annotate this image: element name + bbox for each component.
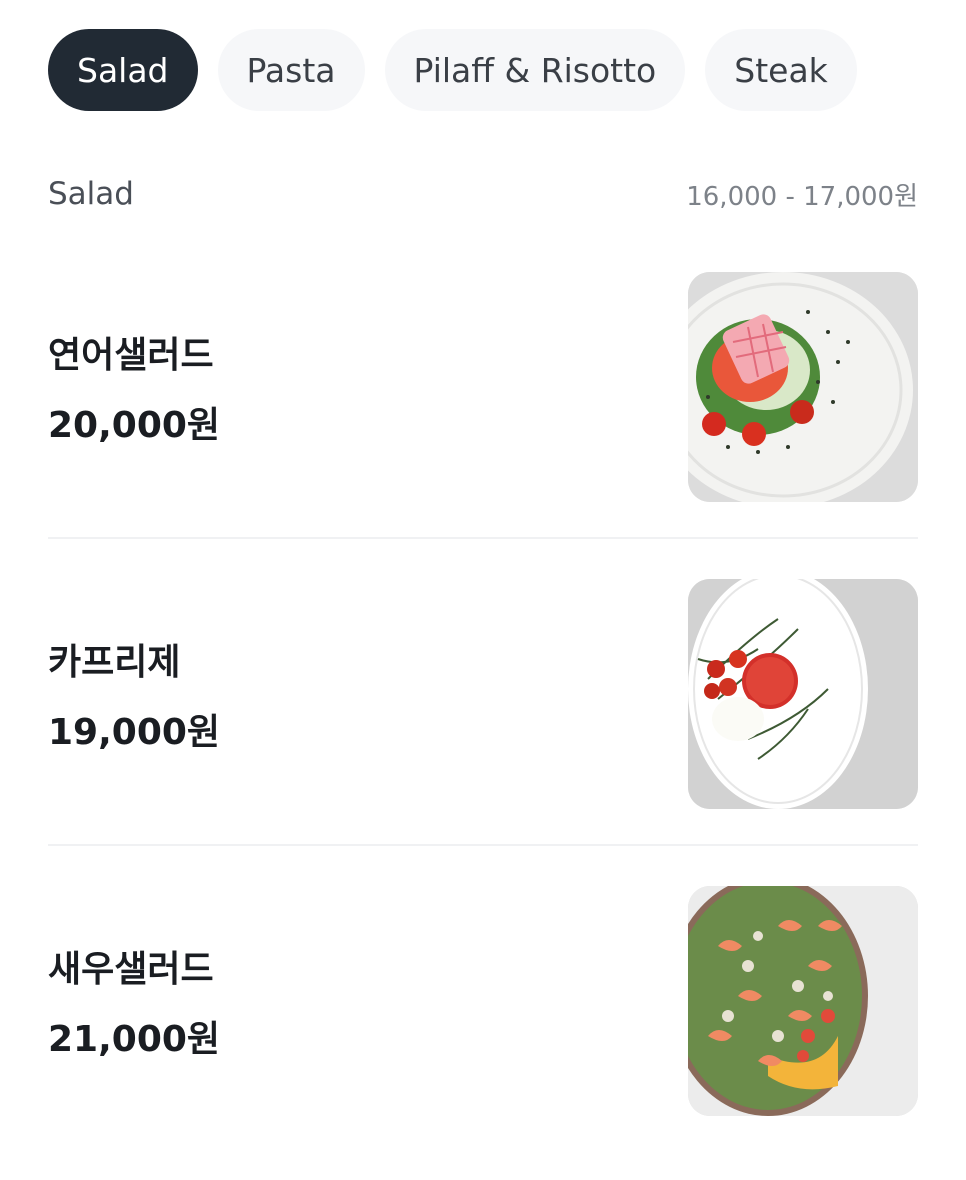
tab-salad[interactable]: Salad: [48, 29, 198, 111]
menu-item-name: 새우샐러드: [48, 949, 214, 990]
category-tabs: Salad Pasta Pilaff & Risotto Steak: [48, 29, 857, 111]
menu-item-price: 19,000원: [48, 712, 221, 753]
menu-item-name: 연어샐러드: [48, 335, 214, 376]
menu-item-price: 21,000원: [48, 1019, 221, 1060]
menu-item[interactable]: 카프리제 19,000원: [48, 539, 918, 846]
tab-pasta[interactable]: Pasta: [217, 29, 365, 111]
menu-item-name: 카프리제: [48, 642, 181, 683]
tab-steak[interactable]: Steak: [705, 29, 857, 111]
menu-item[interactable]: 연어샐러드 20,000원: [48, 232, 918, 539]
section-price-range: 16,000 - 17,000원: [686, 181, 918, 212]
tab-pilaff-risotto[interactable]: Pilaff & Risotto: [384, 29, 686, 111]
menu-list: 연어샐러드 20,000원 카프리제 19,000원 새우샐러드 21,000원: [48, 232, 918, 1153]
section-header: Salad 16,000 - 17,000원: [48, 170, 918, 218]
caprese-photo: [688, 579, 918, 809]
menu-item[interactable]: 새우샐러드 21,000원: [48, 846, 918, 1153]
salmon-salad-photo: [688, 272, 918, 502]
menu-item-price: 20,000원: [48, 405, 221, 446]
section-title: Salad: [48, 176, 134, 212]
shrimp-salad-photo: [688, 886, 918, 1116]
